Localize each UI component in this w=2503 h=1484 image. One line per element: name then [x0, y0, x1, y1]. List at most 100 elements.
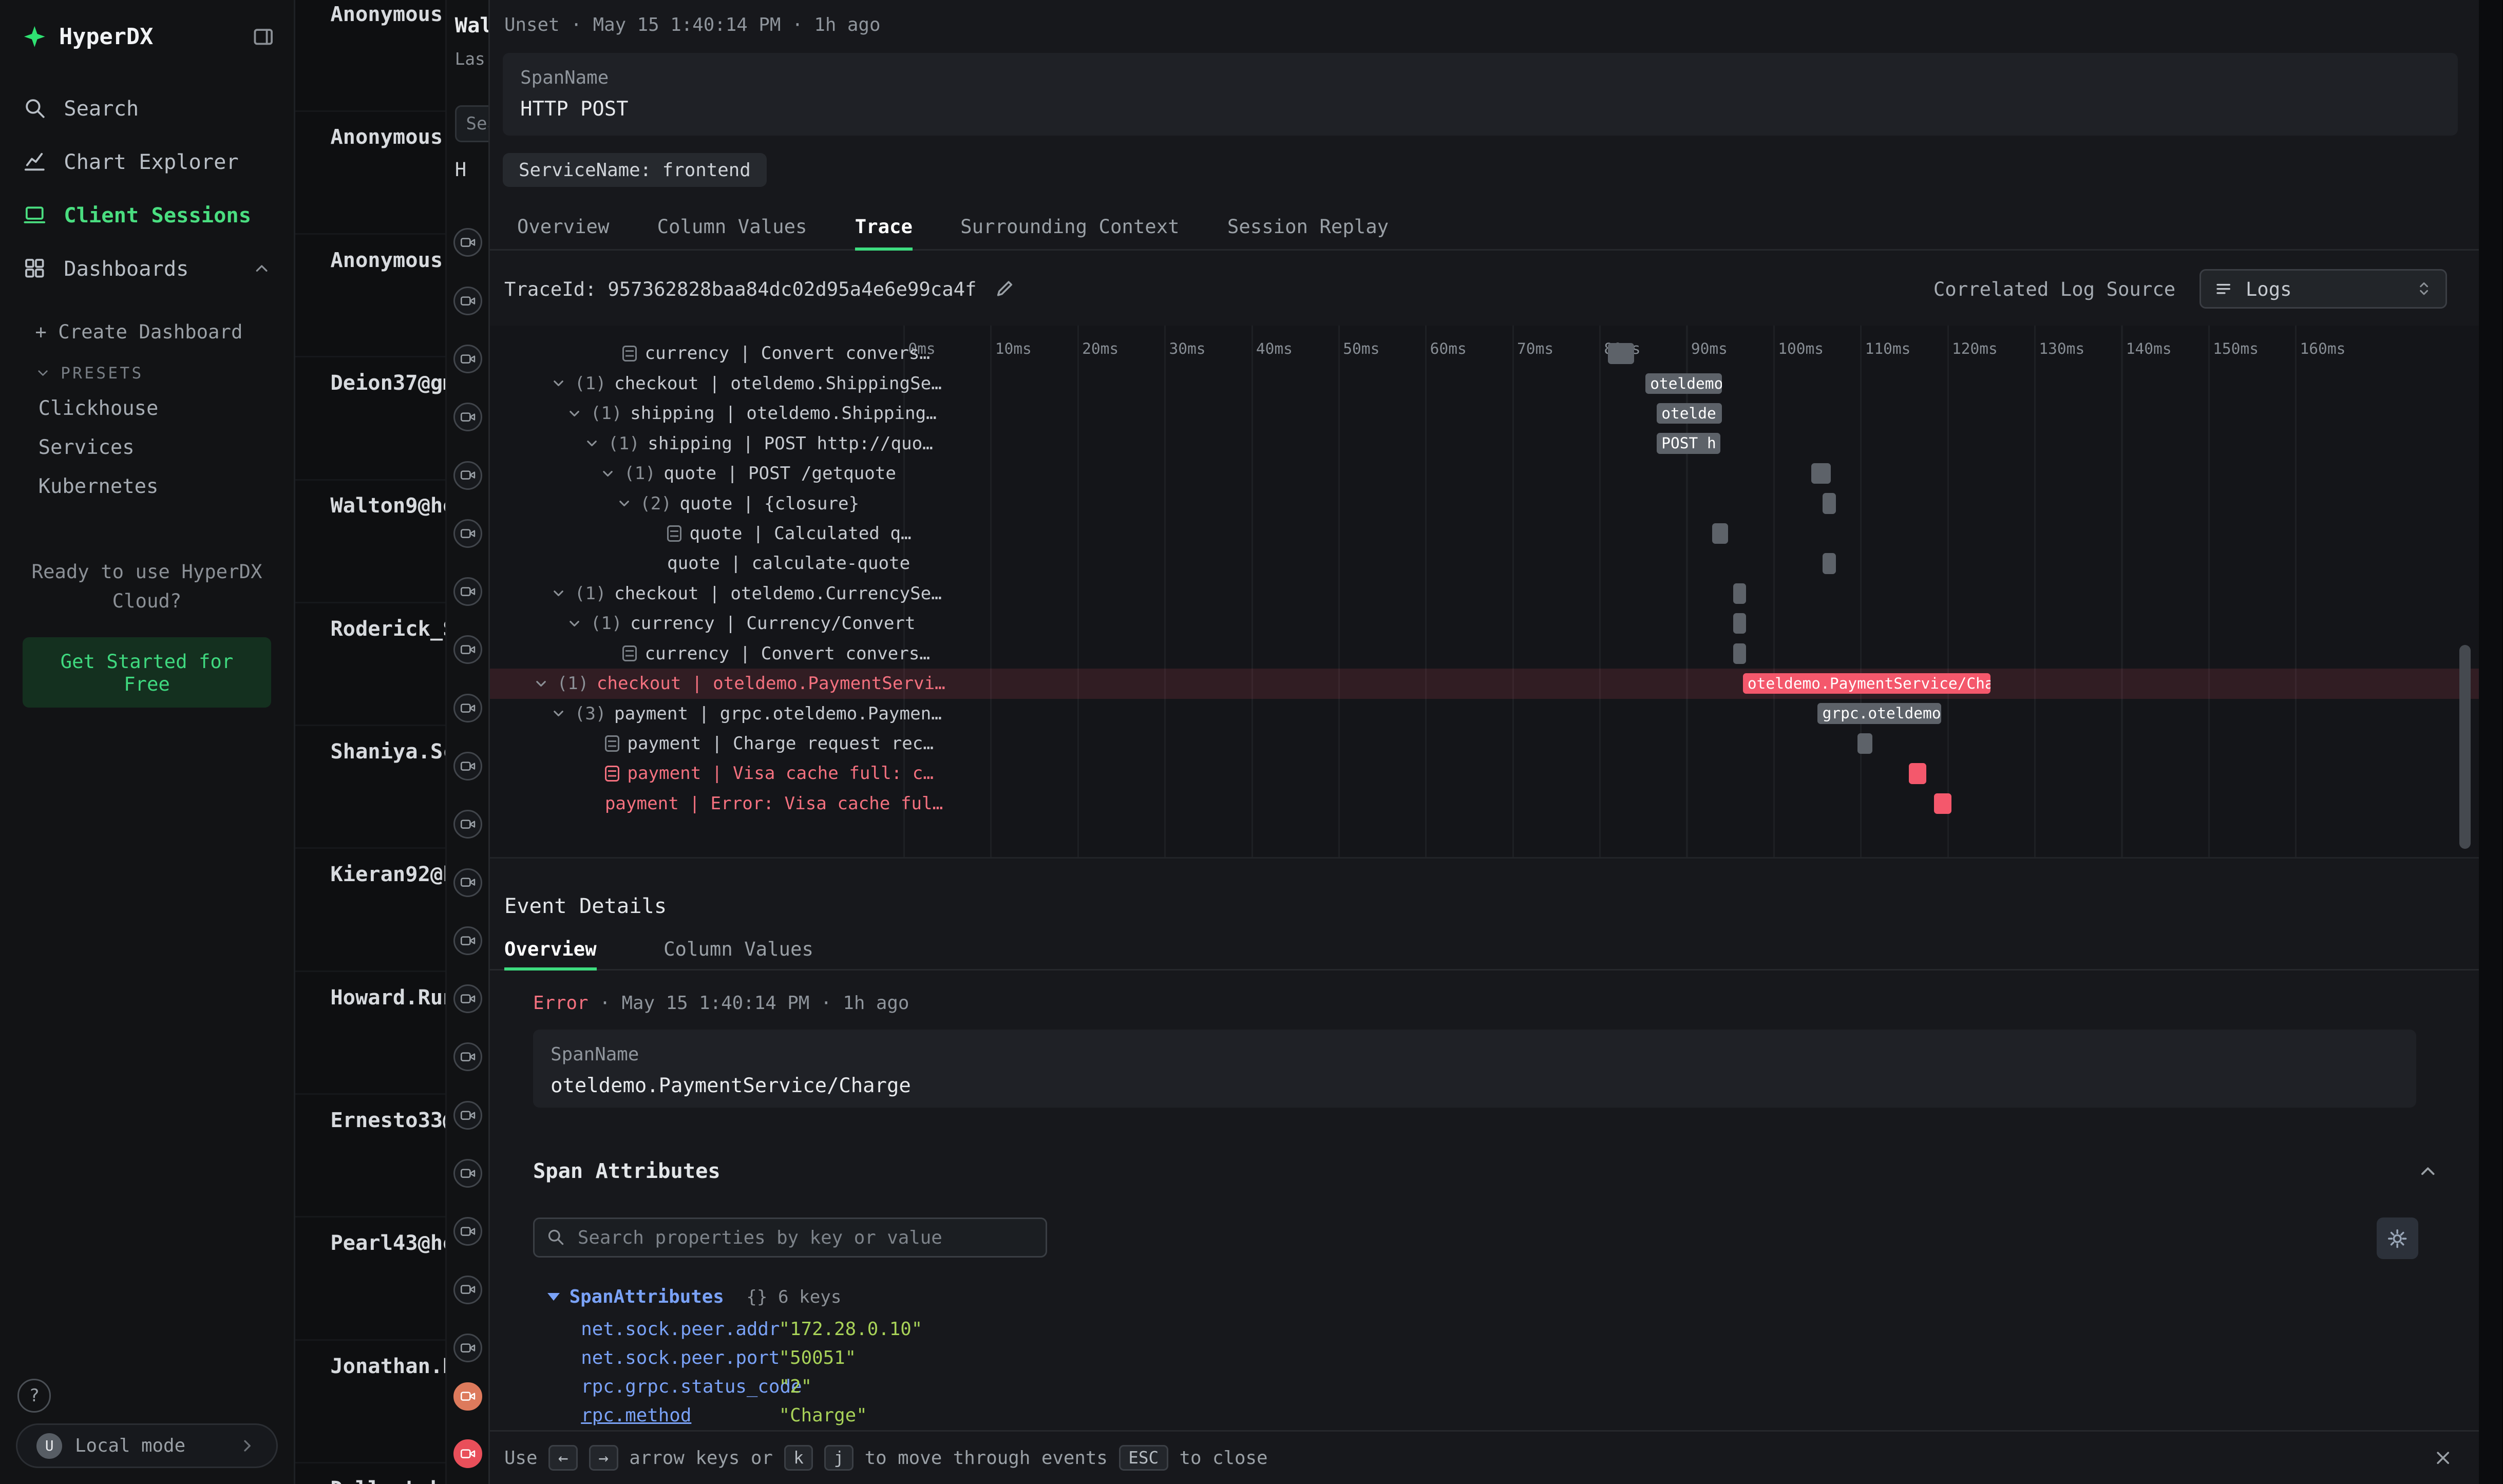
camera-icon[interactable]: [453, 577, 482, 606]
camera-icon[interactable]: [453, 1276, 482, 1304]
camera-icon[interactable]: [453, 926, 482, 955]
chevron-down-icon[interactable]: [551, 375, 566, 391]
attribute-key[interactable]: rpc.method: [581, 1405, 691, 1426]
settings-gear-button[interactable]: [2377, 1217, 2418, 1259]
trace-span-row[interactable]: (1)checkout | oteldemo.ShippingSe…otelde…: [490, 368, 2479, 398]
camera-icon[interactable]: [453, 403, 482, 431]
span-duration-bar[interactable]: oteldemo.PaymentService/Char: [1743, 673, 1991, 694]
attribute-row[interactable]: net.sock.peer.port"50051": [490, 1344, 2479, 1373]
span-duration-bar[interactable]: [1857, 733, 1872, 754]
trace-span-row[interactable]: payment | Visa cache full: c…: [490, 758, 2479, 789]
event-details-tab-overview[interactable]: Overview: [504, 930, 597, 971]
trace-span-row[interactable]: (1)currency | Currency/Convert: [490, 608, 2479, 639]
trace-span-row[interactable]: quote | calculate-quote: [490, 548, 2479, 579]
local-mode-button[interactable]: U Local mode: [16, 1423, 278, 1468]
sidebar-item-search[interactable]: Search: [0, 82, 294, 135]
help-button[interactable]: ?: [17, 1379, 51, 1412]
trace-span-row[interactable]: (1)quote | POST /getquote: [490, 459, 2479, 489]
session-list-item[interactable]: Pearl43@ho: [295, 1217, 445, 1340]
camera-icon[interactable]: [453, 1159, 482, 1188]
session-list-item[interactable]: Anonymous: [295, 235, 445, 357]
camera-icon[interactable]: [453, 1101, 482, 1130]
camera-icon[interactable]: [453, 287, 482, 315]
chevron-down-icon[interactable]: [551, 706, 566, 721]
attribute-key[interactable]: rpc.grpc.status_code: [581, 1376, 802, 1397]
trace-span-row[interactable]: (1)checkout | oteldemo.CurrencySe…: [490, 578, 2479, 608]
span-duration-bar[interactable]: otelde: [1657, 403, 1722, 424]
session-list-item[interactable]: Deion37@gm: [295, 357, 445, 480]
span-duration-bar[interactable]: [1608, 343, 1634, 364]
span-duration-bar[interactable]: [1909, 763, 1926, 784]
session-list-item[interactable]: Shaniya.Sc: [295, 726, 445, 849]
camera-icon[interactable]: [453, 1382, 482, 1411]
camera-icon[interactable]: [453, 1334, 482, 1362]
chevron-down-icon[interactable]: [551, 585, 566, 601]
tab-overview[interactable]: Overview: [517, 206, 610, 251]
chevron-down-icon[interactable]: [616, 496, 632, 511]
attribute-key[interactable]: net.sock.peer.addr: [581, 1319, 780, 1340]
camera-icon[interactable]: [453, 1217, 482, 1246]
trace-span-row[interactable]: currency | Convert convers…: [490, 638, 2479, 669]
session-list-item[interactable]: Anonymous: [295, 0, 445, 112]
sidebar-item-dashboards[interactable]: Dashboards: [0, 242, 294, 295]
trace-span-row[interactable]: currency | Convert convers…: [490, 338, 2479, 369]
session-list-item[interactable]: Jonathan.B: [295, 1341, 445, 1463]
attribute-search-input[interactable]: [533, 1217, 1047, 1258]
sidebar-preset-clickhouse[interactable]: Clickhouse: [0, 389, 294, 428]
attribute-row[interactable]: rpc.method"Charge": [490, 1401, 2479, 1430]
tab-surrounding-context[interactable]: Surrounding Context: [960, 206, 1179, 251]
camera-icon[interactable]: [453, 519, 482, 548]
sidebar-item-chart-explorer[interactable]: Chart Explorer: [0, 135, 294, 188]
camera-icon[interactable]: [453, 810, 482, 839]
tab-trace[interactable]: Trace: [855, 206, 913, 251]
span-duration-bar[interactable]: grpc.oteldemo.: [1817, 703, 1941, 724]
tab-column-values[interactable]: Column Values: [657, 206, 807, 251]
camera-icon[interactable]: [453, 635, 482, 664]
camera-icon[interactable]: [453, 868, 482, 897]
create-dashboard-button[interactable]: + Create Dashboard: [0, 295, 294, 350]
trace-span-row[interactable]: (1)shipping | POST http://quo…POST h: [490, 428, 2479, 459]
session-search-fragment[interactable]: Sea: [455, 105, 488, 142]
chevron-down-icon[interactable]: [600, 466, 616, 482]
close-icon[interactable]: [2433, 1448, 2453, 1468]
session-list-item[interactable]: Anonymous: [295, 112, 445, 235]
attribute-row[interactable]: net.sock.peer.addr"172.28.0.10": [490, 1315, 2479, 1344]
attribute-row[interactable]: rpc.grpc.status_code"2": [490, 1373, 2479, 1401]
service-name-chip[interactable]: ServiceName: frontend: [503, 153, 767, 187]
span-duration-bar[interactable]: [1823, 493, 1835, 513]
span-duration-bar[interactable]: [1733, 613, 1746, 634]
camera-icon[interactable]: [453, 461, 482, 490]
camera-icon[interactable]: [453, 984, 482, 1013]
sidebar-preset-kubernetes[interactable]: Kubernetes: [0, 467, 294, 506]
camera-icon[interactable]: [453, 694, 482, 722]
session-list-item[interactable]: Ernesto33@: [295, 1095, 445, 1217]
sidebar-preset-services[interactable]: Services: [0, 428, 294, 467]
camera-icon[interactable]: [453, 228, 482, 257]
span-duration-bar[interactable]: [1733, 583, 1746, 604]
chevron-down-icon[interactable]: [566, 616, 582, 632]
edit-icon[interactable]: [994, 278, 1015, 299]
span-duration-bar[interactable]: [1823, 553, 1835, 574]
scrollbar-thumb[interactable]: [2459, 645, 2471, 849]
trace-span-row[interactable]: (2)quote | {closure}: [490, 488, 2479, 519]
trace-span-row[interactable]: (3)payment | grpc.oteldemo.Paymen…grpc.o…: [490, 698, 2479, 729]
trace-span-row[interactable]: payment | Error: Visa cache ful…: [490, 788, 2479, 819]
session-list-item[interactable]: Kieran92@h: [295, 849, 445, 972]
span-duration-bar[interactable]: [1811, 463, 1830, 484]
collapse-section-icon[interactable]: [2417, 1160, 2439, 1183]
attribute-key[interactable]: net.sock.peer.port: [581, 1347, 780, 1368]
get-started-button[interactable]: Get Started for Free: [23, 637, 272, 708]
camera-icon[interactable]: [453, 345, 482, 373]
camera-icon[interactable]: [453, 1042, 482, 1071]
camera-icon[interactable]: [453, 752, 482, 781]
tab-session-replay[interactable]: Session Replay: [1227, 206, 1389, 251]
camera-icon[interactable]: [453, 1439, 482, 1468]
trace-span-row[interactable]: (1)shipping | oteldemo.Shipping…otelde: [490, 398, 2479, 429]
chevron-down-icon[interactable]: [566, 406, 582, 422]
span-duration-bar[interactable]: oteldemo.: [1645, 373, 1722, 394]
session-list-item[interactable]: Dolly.Lubo: [295, 1463, 445, 1484]
span-duration-bar[interactable]: [1733, 643, 1746, 664]
log-source-select[interactable]: Logs: [2199, 269, 2447, 309]
trace-span-row[interactable]: (1)checkout | oteldemo.PaymentServi…otel…: [490, 669, 2479, 699]
chevron-down-icon[interactable]: [584, 435, 600, 451]
